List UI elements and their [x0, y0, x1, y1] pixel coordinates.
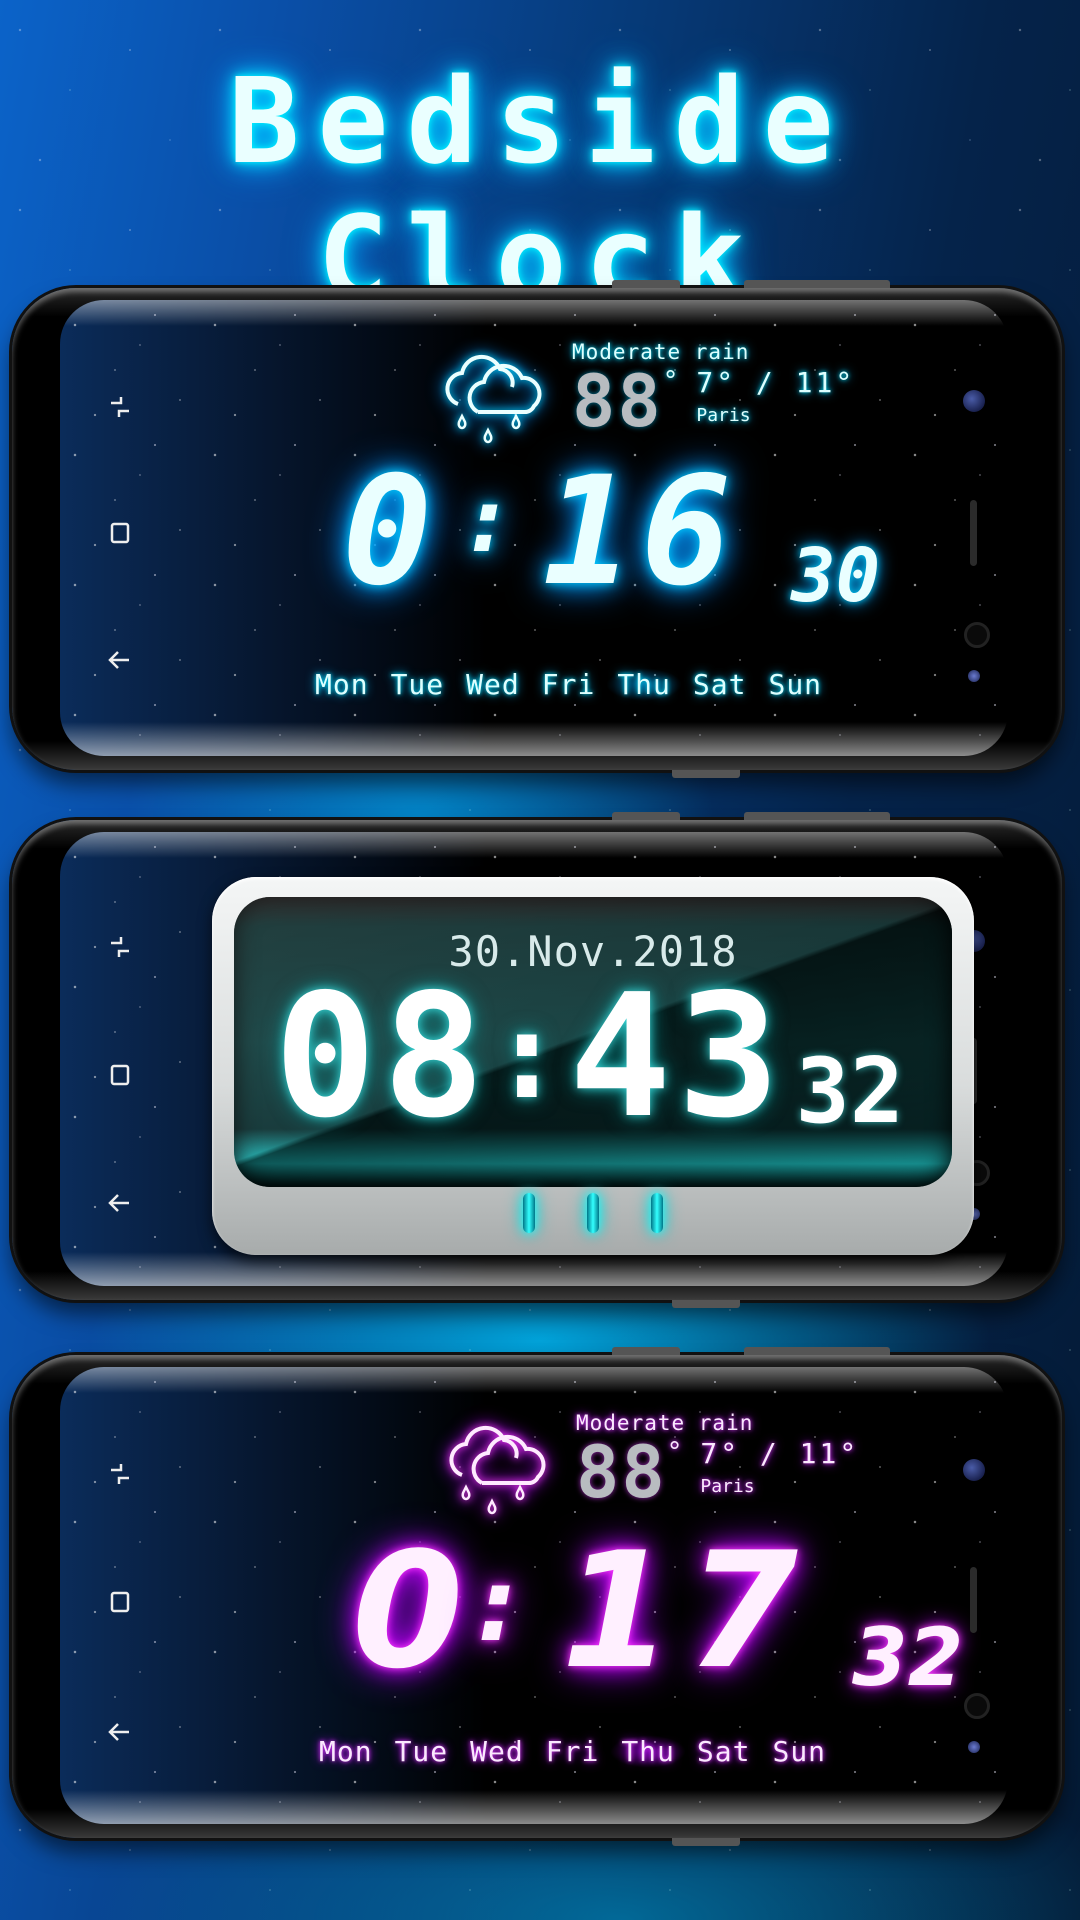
iris-sensor-icon [964, 1693, 990, 1719]
phone-screen: Moderate rain 88 ° 7° / 11° Paris 0 : 16… [60, 300, 1008, 756]
clock-hours: 08 [274, 958, 491, 1156]
day-sat[interactable]: Sat [682, 668, 758, 701]
recent-apps-icon[interactable] [100, 932, 140, 972]
phone-mockup-purple: Moderate rain 88 ° 7° / 11° Paris 0 : 17… [12, 1347, 1062, 1846]
digital-clock: 0 : 16 30 [342, 445, 880, 619]
front-camera-icon [963, 390, 985, 412]
cloud-rain-icon [436, 340, 556, 450]
temperature-range: 7° / 11° [700, 1437, 860, 1470]
city-name: Paris [700, 1476, 755, 1497]
current-temperature: 88 [572, 359, 663, 443]
indicator-light [587, 1193, 599, 1233]
navigation-bar [100, 832, 140, 1286]
clock-minutes: 17 [561, 1517, 812, 1704]
clock-hours: 0 [352, 1517, 478, 1704]
day-mon[interactable]: Mon [304, 668, 380, 701]
retro-clock-display: 30.Nov.2018 08 : 43 32 [234, 897, 952, 1187]
speaker-grille [970, 500, 977, 566]
weather-widget: Moderate rain 88 ° 7° / 11° Paris [440, 1411, 859, 1521]
weather-widget: Moderate rain 88 ° 7° / 11° Paris [436, 340, 855, 450]
degree-symbol: ° [666, 1437, 683, 1467]
indicator-lights [212, 1193, 974, 1233]
clock-separator: : [460, 468, 523, 573]
day-fri[interactable]: Fri [531, 668, 607, 701]
day-mon[interactable]: Mon [308, 1735, 384, 1768]
day-tue[interactable]: Tue [380, 668, 456, 701]
phone-screen: Moderate rain 88 ° 7° / 11° Paris 0 : 17… [60, 1367, 1008, 1824]
home-icon[interactable] [100, 1060, 140, 1100]
retro-clock-device: 30.Nov.2018 08 : 43 32 [212, 877, 974, 1255]
temperature-range: 7° / 11° [696, 366, 856, 399]
day-thu[interactable]: Thu [610, 1735, 686, 1768]
clock-minutes: 43 [568, 958, 786, 1156]
clock-seconds: 32 [851, 1611, 964, 1704]
led-clock: 08 : 43 32 [274, 958, 905, 1156]
current-temperature: 88 [576, 1430, 667, 1514]
indicator-light [651, 1193, 663, 1233]
city-name: Paris [696, 405, 751, 426]
day-wed[interactable]: Wed [459, 1735, 535, 1768]
app-title: Bedside Clock [228, 52, 852, 328]
recent-apps-icon[interactable] [100, 1459, 140, 1499]
digital-clock: 0 : 17 32 [352, 1517, 963, 1704]
speaker-grille [970, 1567, 977, 1633]
weekday-row: Mon Tue Wed Fri Thu Sat Sun [304, 668, 833, 701]
day-sun[interactable]: Sun [761, 1735, 837, 1768]
day-fri[interactable]: Fri [535, 1735, 611, 1768]
day-thu[interactable]: Thu [606, 668, 682, 701]
phone-sensors [958, 300, 992, 756]
navigation-bar [100, 1367, 140, 1824]
day-wed[interactable]: Wed [455, 668, 531, 701]
home-icon[interactable] [100, 518, 140, 558]
back-icon[interactable] [100, 1717, 140, 1757]
degree-symbol: ° [662, 366, 679, 396]
day-sun[interactable]: Sun [757, 668, 833, 701]
day-sat[interactable]: Sat [686, 1735, 762, 1768]
back-icon[interactable] [100, 1188, 140, 1228]
home-icon[interactable] [100, 1587, 140, 1627]
proximity-sensor-icon [968, 1741, 980, 1753]
clock-separator: : [477, 1547, 532, 1664]
clock-seconds: 32 [795, 1039, 905, 1144]
cloud-rain-icon [440, 1411, 560, 1521]
clock-seconds: 30 [791, 533, 881, 619]
phone-sensors [958, 1367, 992, 1824]
proximity-sensor-icon [968, 670, 980, 682]
clock-separator: : [490, 987, 569, 1126]
navigation-bar [100, 300, 140, 756]
weekday-row: Mon Tue Wed Fri Thu Sat Sun [308, 1735, 837, 1768]
back-icon[interactable] [100, 645, 140, 685]
day-tue[interactable]: Tue [384, 1735, 460, 1768]
front-camera-icon [963, 1459, 985, 1481]
indicator-light [523, 1193, 535, 1233]
recent-apps-icon[interactable] [100, 392, 140, 432]
phone-mockup-blue: Moderate rain 88 ° 7° / 11° Paris 0 : 16… [12, 280, 1062, 778]
clock-minutes: 16 [542, 445, 740, 619]
iris-sensor-icon [964, 622, 990, 648]
clock-hours: 0 [342, 445, 441, 619]
